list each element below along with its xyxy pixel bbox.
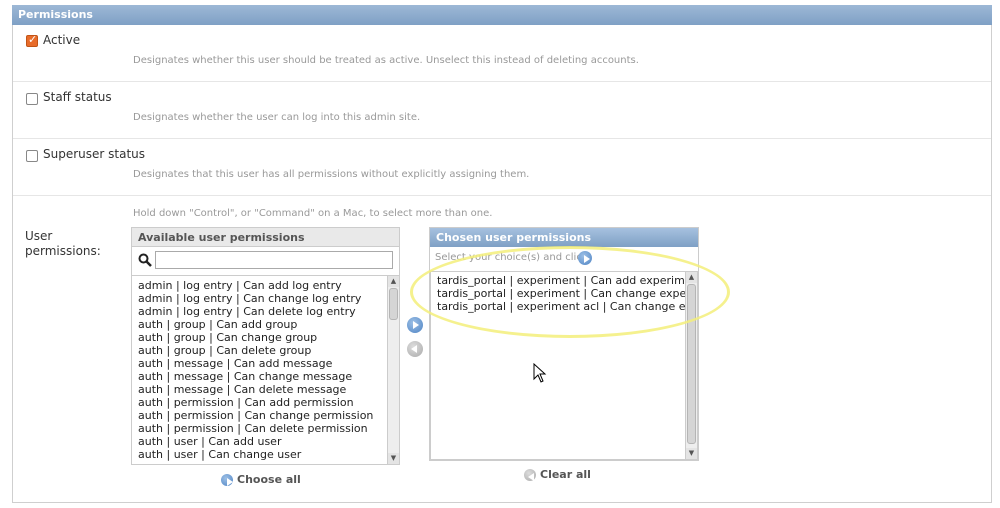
- staff-row: Staff status Designates whether the user…: [13, 82, 991, 139]
- search-icon: [138, 253, 152, 267]
- scroll-down-arrow-icon[interactable]: ▼: [686, 448, 697, 459]
- staff-checkbox[interactable]: [26, 93, 38, 105]
- available-filter: [131, 249, 400, 275]
- available-title: Available user permissions: [132, 228, 399, 247]
- clear-all-icon[interactable]: [524, 469, 536, 481]
- list-item[interactable]: auth | message | Can add message: [132, 357, 387, 370]
- superuser-label: Superuser status: [43, 147, 146, 161]
- list-item[interactable]: auth | group | Can add group: [132, 318, 387, 331]
- available-list[interactable]: admin | log entry | Can add log entry adm…: [132, 279, 387, 463]
- chosen-title: Chosen user permissions: [430, 228, 698, 247]
- available-scrollbar[interactable]: ▲ ▼: [387, 276, 399, 464]
- superuser-checkbox[interactable]: [26, 150, 38, 162]
- list-item[interactable]: auth | permission | Can change permissio…: [132, 409, 387, 422]
- permissions-help: Hold down "Control", or "Command" on a M…: [133, 208, 493, 219]
- list-item[interactable]: auth | group | Can delete group: [132, 344, 387, 357]
- mouse-cursor-icon: [533, 363, 547, 383]
- list-item[interactable]: auth | user | Can add user: [132, 435, 387, 448]
- arrow-right-icon[interactable]: [407, 317, 423, 333]
- list-item[interactable]: auth | user | Can delete user: [132, 461, 387, 463]
- staff-help: Designates whether the user can log into…: [133, 112, 421, 123]
- list-item[interactable]: auth | permission | Can add permission: [132, 396, 387, 409]
- scroll-thumb[interactable]: [389, 288, 398, 320]
- superuser-row: Superuser status Designates that this us…: [13, 139, 991, 196]
- list-item[interactable]: auth | message | Can change message: [132, 370, 387, 383]
- active-help: Designates whether this user should be t…: [133, 55, 639, 66]
- list-item[interactable]: admin | log entry | Can add log entry: [132, 279, 387, 292]
- choose-all-icon[interactable]: [221, 474, 233, 486]
- list-item[interactable]: auth | group | Can change group: [132, 331, 387, 344]
- list-item[interactable]: auth | permission | Can delete permissio…: [132, 422, 387, 435]
- active-row: Active Designates whether this user shou…: [13, 25, 991, 82]
- list-item[interactable]: auth | user | Can change user: [132, 448, 387, 461]
- list-item[interactable]: admin | log entry | Can change log entry: [132, 292, 387, 305]
- clear-all-link[interactable]: Clear all: [540, 468, 591, 481]
- active-label: Active: [43, 33, 81, 47]
- arrow-left-icon[interactable]: [407, 341, 423, 357]
- choose-all-link[interactable]: Choose all: [237, 473, 301, 486]
- list-item[interactable]: admin | log entry | Can delete log entry: [132, 305, 387, 318]
- superuser-help: Designates that this user has all permis…: [133, 169, 530, 180]
- permissions-label: User permissions:: [25, 229, 101, 258]
- highlight-ellipse: [410, 246, 730, 338]
- section-title: Permissions: [12, 5, 992, 25]
- scroll-up-arrow-icon[interactable]: ▲: [388, 276, 399, 287]
- available-header: Available user permissions: [131, 227, 400, 249]
- filter-input[interactable]: [155, 251, 393, 269]
- active-checkbox[interactable]: [26, 33, 38, 47]
- available-select[interactable]: admin | log entry | Can add log entry adm…: [131, 275, 400, 465]
- staff-label: Staff status: [43, 90, 112, 104]
- list-item[interactable]: auth | message | Can delete message: [132, 383, 387, 396]
- scroll-down-arrow-icon[interactable]: ▼: [388, 453, 399, 464]
